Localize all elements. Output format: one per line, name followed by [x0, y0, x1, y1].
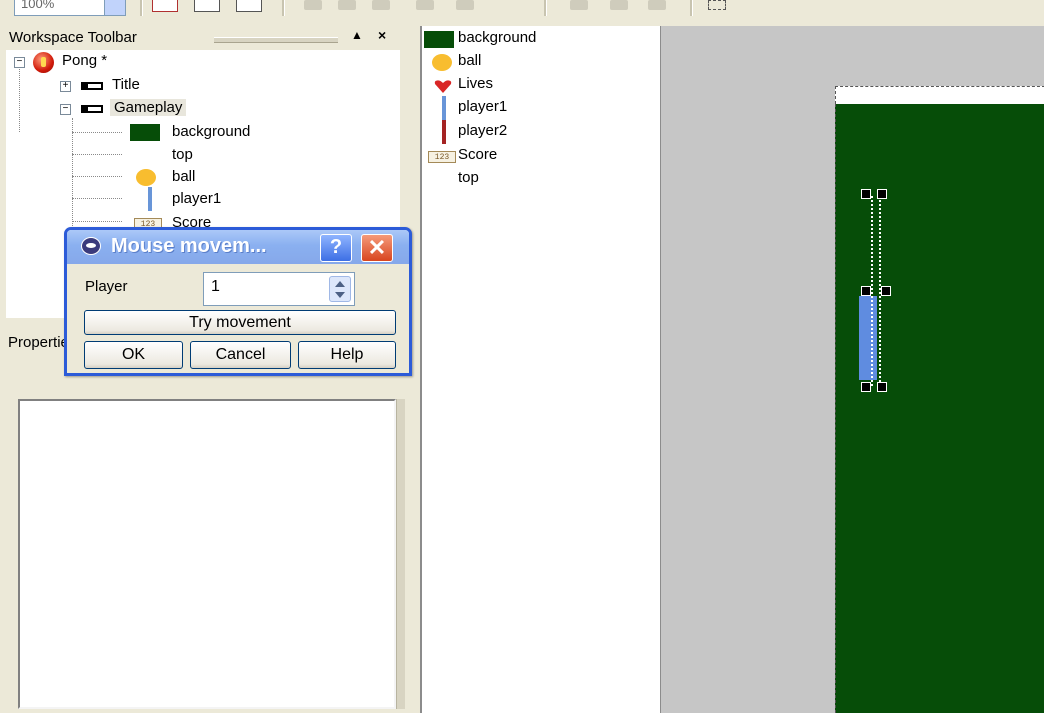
list-item-label: ball — [458, 52, 482, 69]
tree-node-frame-gameplay[interactable]: − Gameplay — [6, 98, 400, 120]
score-counter-icon: 123 — [428, 151, 456, 163]
tree-node-label: Pong * — [62, 52, 108, 69]
list-item-label: player2 — [458, 122, 508, 139]
player-spinner[interactable]: 1 — [203, 272, 355, 306]
frame-icon — [81, 105, 103, 113]
close-icon[interactable]: ✕ — [361, 234, 393, 262]
resize-handle[interactable] — [881, 286, 891, 296]
new-frame-icon[interactable] — [152, 0, 178, 12]
collapse-icon[interactable]: ▲ — [351, 28, 363, 42]
help-button[interactable]: Help — [298, 341, 396, 369]
cancel-button[interactable]: Cancel — [190, 341, 291, 369]
align-left-icon[interactable] — [304, 0, 322, 10]
zoom-value: 100% — [21, 0, 55, 11]
list-item[interactable]: background — [422, 28, 660, 51]
close-icon[interactable]: × — [378, 27, 386, 43]
zoom-dropdown-button[interactable] — [104, 0, 125, 15]
list-item-label: background — [458, 29, 537, 46]
toolbar-separator — [544, 0, 547, 16]
resize-handle[interactable] — [877, 189, 887, 199]
background-swatch-icon — [130, 124, 160, 141]
drag-grip[interactable] — [214, 37, 338, 43]
paddle-icon — [148, 187, 152, 211]
selection-outline — [871, 196, 881, 386]
workspace-title: Workspace Toolbar — [9, 29, 137, 46]
frame-editor[interactable] — [660, 26, 1044, 713]
ball-icon — [432, 54, 452, 71]
list-item-label: Score — [458, 146, 498, 163]
help-icon[interactable]: ? — [320, 234, 352, 262]
list-item[interactable]: player1 — [422, 96, 660, 120]
mouse-movement-dialog: Mouse movem... ? ✕ Player 1 Try movement… — [64, 227, 412, 376]
distribute-icon[interactable] — [456, 0, 474, 10]
properties-grid[interactable] — [18, 399, 396, 709]
keyboard-icon[interactable] — [194, 0, 220, 12]
tree-node-object[interactable]: top — [6, 145, 400, 167]
tree-node-label: Gameplay — [110, 99, 187, 116]
tree-node-object[interactable]: background — [6, 122, 400, 144]
ok-button[interactable]: OK — [84, 341, 183, 369]
properties-panel: Properties — [6, 322, 410, 713]
resize-handle[interactable] — [861, 189, 871, 199]
resize-handle[interactable] — [861, 382, 871, 392]
properties-scrollbar[interactable] — [396, 399, 405, 709]
toolbar-separator — [282, 0, 285, 16]
select-area-icon[interactable] — [708, 0, 726, 10]
list-item-label: Lives — [458, 75, 494, 92]
list-item[interactable]: Lives — [422, 74, 660, 97]
dialog-title: Mouse movem... — [111, 235, 267, 257]
tree-node-object[interactable]: player1 — [6, 187, 400, 211]
list-item[interactable]: player2 — [422, 120, 660, 144]
resize-handle[interactable] — [877, 382, 887, 392]
dialog-titlebar[interactable]: Mouse movem... ? ✕ — [67, 230, 409, 264]
zoom-combo[interactable]: 100% — [14, 0, 126, 16]
expand-toggle[interactable]: + — [60, 81, 71, 92]
tree-node-label: background — [172, 123, 251, 140]
spinner-arrows-icon[interactable] — [329, 276, 351, 302]
list-item[interactable]: 123 Score — [422, 145, 660, 168]
resize-handle[interactable] — [861, 286, 871, 296]
list-item-label: top — [458, 169, 479, 186]
toolbar-separator — [140, 0, 143, 16]
try-movement-button[interactable]: Try movement — [84, 310, 396, 335]
background-swatch-icon — [424, 31, 454, 48]
workspace-header: Workspace Toolbar ▲ × — [6, 26, 400, 50]
tree-node-object[interactable]: ball — [6, 167, 400, 189]
tree-node-frame-title[interactable]: + Title — [6, 75, 400, 97]
order-front-icon[interactable] — [570, 0, 588, 10]
list-item[interactable]: top — [422, 168, 660, 191]
toolbar-separator — [690, 0, 693, 16]
frame-icon — [81, 82, 103, 90]
paddle-icon — [442, 120, 446, 144]
ball-icon — [136, 169, 156, 186]
mouse-icon — [81, 237, 101, 255]
align-center-icon[interactable] — [338, 0, 356, 10]
tree-node-app[interactable]: − Pong * — [6, 51, 400, 73]
order-icon[interactable] — [648, 0, 666, 10]
tree-node-label: top — [172, 146, 193, 163]
align-right-icon[interactable] — [372, 0, 390, 10]
tree-node-label: player1 — [172, 190, 222, 207]
keyboard-alt-icon[interactable] — [236, 0, 262, 12]
pong-app-icon — [33, 52, 54, 73]
tree-node-label: Title — [112, 76, 140, 93]
top-object[interactable] — [835, 86, 1044, 104]
tree-node-label: ball — [172, 168, 196, 185]
player-label: Player — [85, 278, 128, 295]
list-item[interactable]: ball — [422, 51, 660, 74]
paddle-icon — [442, 96, 446, 120]
main-toolbar: 100% — [0, 0, 1044, 22]
object-list: background ball Lives player1 player2 12… — [420, 26, 660, 713]
player-value[interactable]: 1 — [211, 278, 220, 296]
list-item-label: player1 — [458, 98, 508, 115]
order-back-icon[interactable] — [610, 0, 628, 10]
heart-icon — [434, 80, 452, 93]
collapse-toggle[interactable]: − — [60, 104, 71, 115]
align-top-icon[interactable] — [416, 0, 434, 10]
collapse-toggle[interactable]: − — [14, 57, 25, 68]
